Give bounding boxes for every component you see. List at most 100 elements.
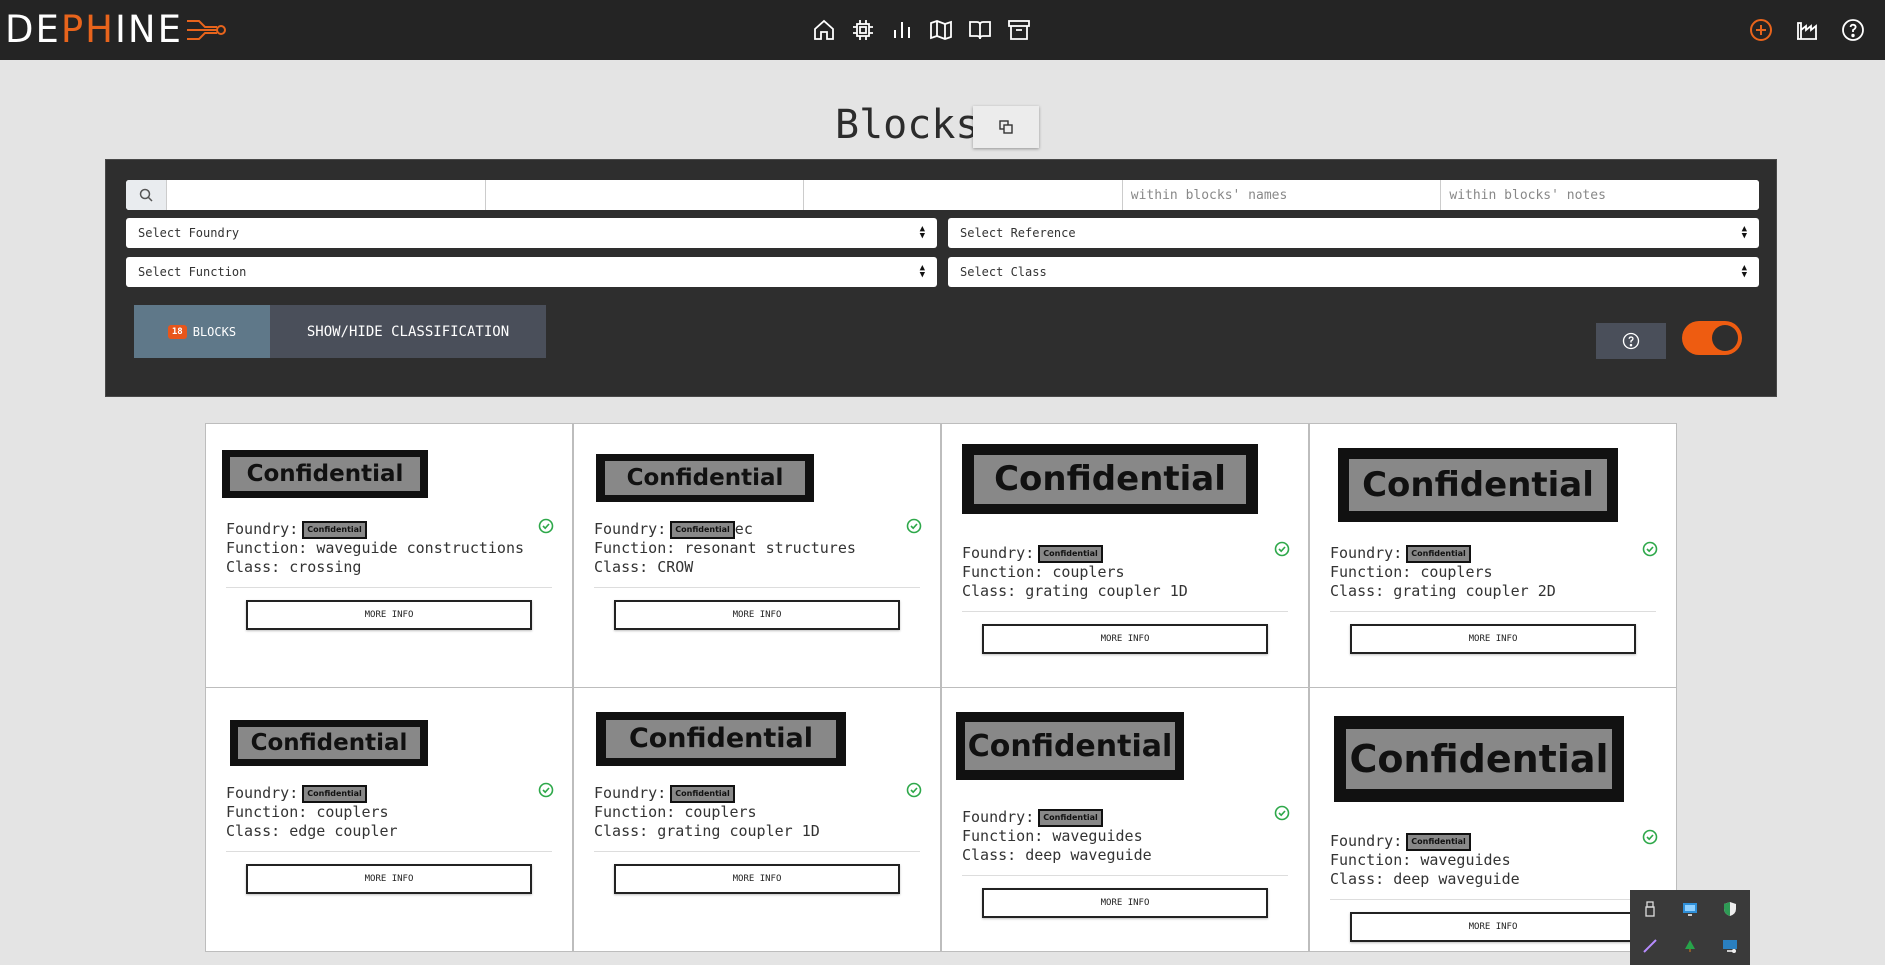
class-label: Class:	[594, 822, 649, 840]
function-label: Function:	[594, 803, 676, 821]
more-info-button[interactable]: MORE INFO	[614, 600, 900, 630]
blocks-button[interactable]: 18 BLOCKS	[134, 305, 270, 358]
verified-check-icon	[1274, 805, 1290, 821]
shield-icon[interactable]	[1710, 890, 1750, 927]
function-label: Function:	[1330, 851, 1412, 869]
redacted-block-name: Confidential	[1334, 716, 1624, 802]
toggle-classification-button[interactable]: SHOW/HIDE CLASSIFICATION	[270, 305, 546, 358]
add-circle-icon[interactable]	[1749, 18, 1773, 42]
archive-icon[interactable]	[1007, 18, 1031, 42]
map-icon[interactable]	[929, 18, 953, 42]
function-value: waveguides	[1052, 827, 1143, 845]
class-value: grating coupler 2D	[1393, 582, 1556, 600]
more-info-button[interactable]: MORE INFO	[246, 600, 532, 630]
blocks-label: BLOCKS	[192, 324, 237, 339]
class-select[interactable]: Select Class ▲ ▼	[948, 257, 1759, 287]
redacted-foundry: Confidential	[1038, 544, 1103, 563]
toggle-knob	[1712, 325, 1738, 351]
block-card: Confidential Foundry: Confidential Functi…	[941, 423, 1309, 688]
card-details: Foundry: Confidential Function: couplers …	[962, 544, 1288, 601]
class-value: grating coupler 1D	[1025, 582, 1188, 600]
help-icon[interactable]	[1841, 18, 1865, 42]
help-icon	[1622, 332, 1640, 350]
search-input-3[interactable]	[804, 180, 1123, 210]
redacted-foundry: Confidential	[670, 520, 735, 539]
filter-help-button[interactable]	[1596, 323, 1666, 359]
block-card: Confidential Foundry: Confidential Functi…	[1309, 687, 1677, 952]
tree-icon[interactable]	[1670, 927, 1710, 964]
class-label: Class:	[226, 822, 281, 840]
search-names-input[interactable]	[1122, 180, 1442, 210]
more-info-button[interactable]: MORE INFO	[614, 864, 900, 894]
search-input-1[interactable]	[167, 180, 486, 210]
page-title: Blocks	[835, 102, 980, 148]
card-details: Foundry: Confidential Function: couplers …	[1330, 544, 1656, 601]
foundry-label: Foundry:	[1330, 544, 1403, 562]
more-info-button[interactable]: MORE INFO	[982, 624, 1268, 654]
pen-icon[interactable]	[1630, 927, 1670, 964]
function-value: couplers	[316, 803, 389, 821]
verified-check-icon	[906, 782, 922, 798]
search-bar	[126, 180, 1759, 210]
block-card: Confidential Foundry: Confidential ec Func…	[573, 423, 941, 688]
more-info-button[interactable]: MORE INFO	[246, 864, 532, 894]
logo-text-ph: PH	[60, 8, 116, 51]
redacted-foundry: Confidential	[1406, 832, 1471, 851]
redacted-foundry: Confidential	[302, 784, 367, 803]
bar-chart-icon[interactable]	[890, 18, 914, 42]
copy-button[interactable]	[973, 106, 1039, 148]
home-icon[interactable]	[812, 18, 836, 42]
search-icon	[126, 180, 167, 210]
class-label: Class:	[962, 582, 1017, 600]
redacted-block-name: Confidential	[596, 454, 814, 502]
usb-icon[interactable]	[1630, 890, 1670, 927]
system-tray-popup	[1630, 890, 1750, 965]
more-info-button[interactable]: MORE INFO	[1350, 624, 1636, 654]
redacted-block-name: Confidential	[230, 720, 428, 766]
function-select[interactable]: Select Function ▲ ▼	[126, 257, 937, 287]
display-icon[interactable]	[1710, 927, 1750, 964]
card-details: Foundry: Confidential Function: couplers …	[594, 784, 920, 841]
view-buttons: 18 BLOCKS SHOW/HIDE CLASSIFICATION	[134, 305, 546, 358]
factory-icon[interactable]	[1795, 18, 1819, 42]
chevron-updown-icon: ▲ ▼	[919, 263, 925, 280]
chip-icon[interactable]	[851, 18, 875, 42]
card-divider	[226, 851, 552, 852]
function-value: couplers	[1420, 563, 1493, 581]
function-value: waveguide constructions	[316, 539, 525, 557]
block-card: Confidential Foundry: Confidential Functi…	[1309, 423, 1677, 688]
search-input-2[interactable]	[485, 180, 805, 210]
reference-select[interactable]: Select Reference ▲ ▼	[948, 218, 1759, 248]
class-label: Class:	[594, 558, 649, 576]
filter-panel: Select Foundry ▲▼ Select Reference ▲▼ Se…	[105, 159, 1777, 397]
card-divider	[594, 587, 920, 588]
foundry-label: Foundry:	[962, 544, 1035, 562]
card-divider	[594, 851, 920, 852]
foundry-select[interactable]: Select Foundry ▲ ▼	[126, 218, 937, 248]
top-navbar: DE PH INE	[0, 0, 1885, 60]
search-notes-input[interactable]	[1441, 180, 1759, 210]
more-info-button[interactable]: MORE INFO	[982, 888, 1268, 918]
redacted-foundry: Confidential	[1038, 808, 1103, 827]
redacted-foundry: Confidential	[1406, 544, 1471, 563]
view-toggle-switch[interactable]	[1682, 321, 1742, 355]
more-info-button[interactable]: MORE INFO	[1350, 912, 1636, 942]
monitor-icon[interactable]	[1670, 890, 1710, 927]
logo-circuit-icon	[186, 20, 226, 40]
class-value: grating coupler 1D	[657, 822, 820, 840]
verified-check-icon	[538, 518, 554, 534]
verified-check-icon	[1274, 541, 1290, 557]
class-label: Class:	[962, 846, 1017, 864]
card-divider	[226, 587, 552, 588]
verified-check-icon	[906, 518, 922, 534]
function-value: couplers	[684, 803, 757, 821]
foundry-suffix: ec	[734, 520, 753, 538]
app-logo[interactable]: DE PH INE	[5, 10, 227, 50]
class-value: edge coupler	[289, 822, 398, 840]
book-icon[interactable]	[968, 18, 992, 42]
redacted-block-name: Confidential	[222, 450, 428, 498]
logo-text-de: DE	[5, 8, 61, 51]
redacted-block-name: Confidential	[962, 444, 1258, 514]
foundry-label: Foundry:	[962, 808, 1035, 826]
foundry-select-value: Select Foundry	[138, 226, 240, 240]
